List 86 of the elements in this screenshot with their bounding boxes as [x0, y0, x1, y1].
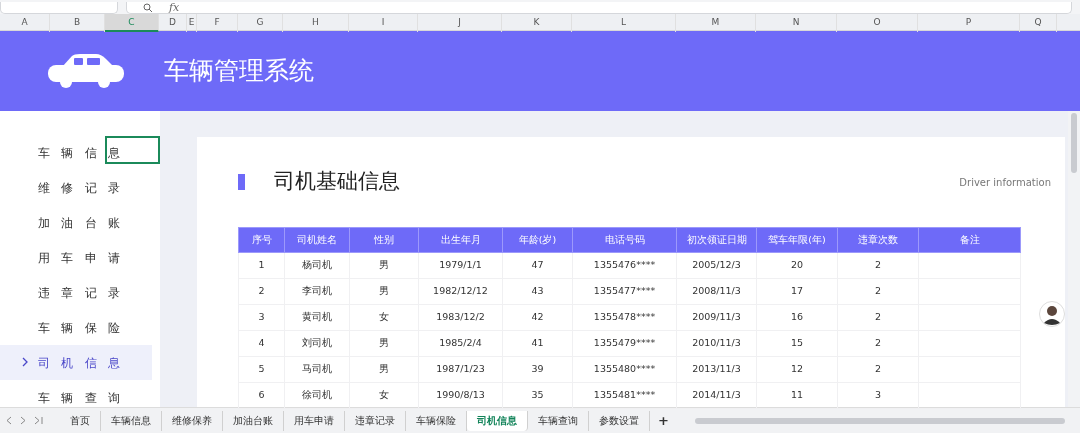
column-header: 备注 — [918, 227, 1021, 253]
sidebar-item[interactable]: 车辆信息 — [0, 135, 152, 170]
table-cell: 43 — [502, 278, 573, 305]
sidebar-item[interactable]: 维修记录 — [0, 170, 152, 205]
table-cell: 1 — [238, 252, 285, 279]
page-title: 司机基础信息 — [274, 168, 400, 196]
column-header: 驾车年限(年) — [756, 227, 838, 253]
sheet-tab[interactable]: 参数设置 — [589, 410, 650, 431]
column-header: 序号 — [238, 227, 285, 253]
previous-sheet-icon[interactable] — [6, 416, 12, 425]
table-cell: 41 — [502, 330, 573, 357]
column-header: 出生年月 — [418, 227, 503, 253]
sidebar-item[interactable]: 用车申请 — [0, 240, 152, 275]
column-header: 电话号码 — [572, 227, 677, 253]
sheet-tab[interactable]: 车辆信息 — [101, 410, 162, 431]
table-cell: 男 — [349, 278, 419, 305]
table-cell: 2013/11/3 — [676, 356, 757, 383]
table-cell: 马司机 — [284, 356, 350, 383]
table-cell: 1355478**** — [572, 304, 677, 331]
table-cell: 1355476**** — [572, 252, 677, 279]
avatar-icon[interactable] — [1039, 301, 1065, 327]
column-header: 年龄(岁) — [502, 227, 573, 253]
table-cell: 1982/12/12 — [418, 278, 503, 305]
table-cell: 1355480**** — [572, 356, 677, 383]
table-cell: 16 — [756, 304, 838, 331]
table-cell: 1355477**** — [572, 278, 677, 305]
table-cell: 2 — [837, 304, 919, 331]
table-cell: 2 — [238, 278, 285, 305]
table-cell: 1987/1/23 — [418, 356, 503, 383]
table-cell: 2 — [837, 252, 919, 279]
sidebar-item[interactable]: 违章记录 — [0, 275, 152, 310]
last-sheet-icon[interactable] — [34, 416, 43, 425]
table-cell: 39 — [502, 356, 573, 383]
table-cell: 1985/2/4 — [418, 330, 503, 357]
app-title: 车辆管理系统 — [164, 55, 314, 88]
vertical-scrollbar[interactable] — [1068, 111, 1080, 407]
table-cell: 男 — [349, 252, 419, 279]
table-cell: 刘司机 — [284, 330, 350, 357]
table-cell: 男 — [349, 330, 419, 357]
sheet-tab[interactable]: 违章记录 — [345, 410, 406, 431]
table-cell: 女 — [349, 304, 419, 331]
sidebar-item[interactable]: 司机信息 — [0, 345, 152, 380]
table-cell: 17 — [756, 278, 838, 305]
table-cell: 李司机 — [284, 278, 350, 305]
add-sheet-button[interactable]: + — [650, 410, 677, 431]
sheet-tab[interactable]: 用车申请 — [284, 410, 345, 431]
sheet-tab[interactable]: 加油台账 — [223, 410, 284, 431]
table-cell: 15 — [756, 330, 838, 357]
table-cell: 1979/1/1 — [418, 252, 503, 279]
table-cell: 男 — [349, 356, 419, 383]
table-cell: 1355479**** — [572, 330, 677, 357]
table-cell: 黄司机 — [284, 304, 350, 331]
table-cell: 2 — [837, 278, 919, 305]
table-cell: 2 — [837, 330, 919, 357]
table-cell: 2009/11/3 — [676, 304, 757, 331]
table-cell: 12 — [756, 356, 838, 383]
sheet-tab[interactable]: 维修保养 — [162, 410, 223, 431]
table-cell: 2008/11/3 — [676, 278, 757, 305]
title-accent-bar — [238, 174, 245, 190]
function-label[interactable]: fx — [169, 2, 180, 13]
table-cell: 20 — [756, 252, 838, 279]
table-cell: 5 — [238, 356, 285, 383]
sheet-tab[interactable]: 车辆查询 — [528, 410, 589, 431]
formula-bar[interactable]: fx — [126, 2, 1072, 14]
table-cell: 1983/12/2 — [418, 304, 503, 331]
sidebar-item[interactable]: 加油台账 — [0, 205, 152, 240]
column-header: 违章次数 — [837, 227, 919, 253]
page-subtitle: Driver information — [959, 175, 1051, 190]
next-sheet-icon[interactable] — [20, 416, 26, 425]
selected-cell[interactable] — [105, 136, 160, 164]
column-header: 司机姓名 — [284, 227, 350, 253]
table-cell: 3 — [238, 304, 285, 331]
sheet-tab[interactable]: 首页 — [60, 410, 101, 431]
table-cell: 42 — [502, 304, 573, 331]
sidebar-item[interactable]: 车辆保险 — [0, 310, 152, 345]
table-cell: 杨司机 — [284, 252, 350, 279]
zoom-icon[interactable] — [143, 2, 153, 13]
table-cell: 4 — [238, 330, 285, 357]
table-cell: 47 — [502, 252, 573, 279]
chevron-icon — [22, 357, 28, 367]
column-header: 初次领证日期 — [676, 227, 757, 253]
table-cell: 2010/11/3 — [676, 330, 757, 357]
table-cell: 2 — [837, 356, 919, 383]
column-header: 性别 — [349, 227, 419, 253]
sheet-tab[interactable]: 司机信息 — [467, 410, 528, 431]
table-cell: 2005/12/3 — [676, 252, 757, 279]
